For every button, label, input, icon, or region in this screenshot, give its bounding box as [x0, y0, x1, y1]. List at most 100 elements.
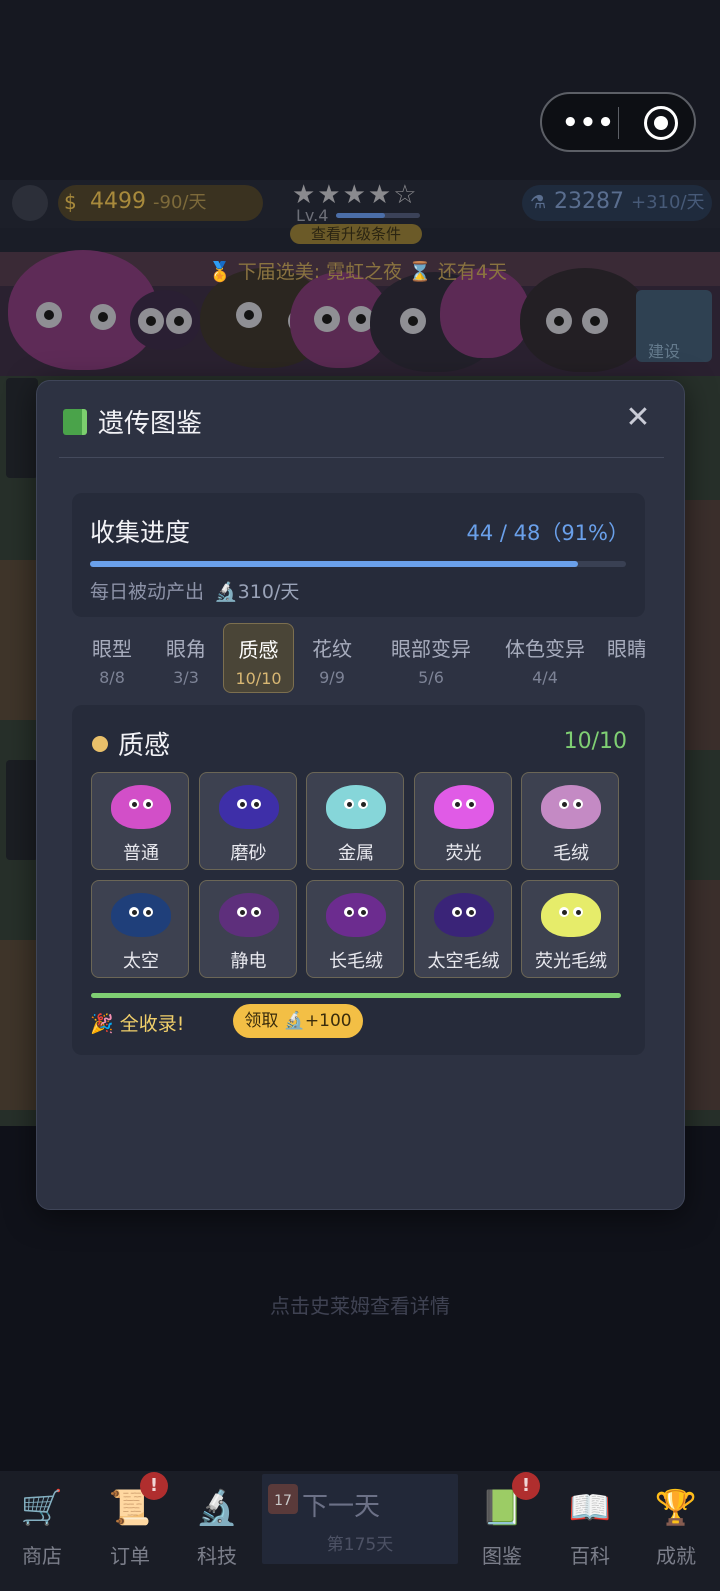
texture-item[interactable]: 普通 — [91, 772, 189, 870]
genetics-collection-modal: 遗传图鉴 ✕ 收集进度 44 / 48（91%） 每日被动产出 🔬310/天 眼型… — [36, 380, 685, 1210]
calendar-icon: 17 — [268, 1484, 298, 1514]
claim-reward-button[interactable]: 领取 🔬+100 — [233, 1004, 363, 1038]
nav-encyclopedia[interactable]: 📖 百科 — [550, 1478, 630, 1578]
texture-item[interactable]: 荧光 — [413, 772, 512, 870]
complete-label: 🎉 全收录! — [90, 1013, 185, 1035]
texture-label: 荧光 — [445, 843, 482, 864]
passive-output: 每日被动产出 🔬310/天 — [90, 577, 299, 604]
texture-label: 太空毛绒 — [427, 951, 500, 972]
texture-item[interactable]: 磨砂 — [198, 772, 297, 870]
next-day-label: 下一天 — [302, 1492, 381, 1522]
texture-item[interactable]: 静电 — [198, 880, 297, 978]
category-count: 10/10 — [563, 729, 627, 754]
notification-badge: ! — [140, 1472, 168, 1500]
texture-item[interactable]: 太空毛绒 — [413, 880, 512, 978]
texture-item[interactable]: 毛绒 — [521, 772, 619, 870]
slime-icon — [433, 785, 494, 829]
tab-eye-corner[interactable]: 眼角 3/3 — [151, 623, 221, 693]
event-text: 🏅 下届选美: 霓虹之夜 ⌛ 还有4天 — [208, 261, 507, 283]
scene-top-area — [0, 0, 720, 180]
modal-title: 遗传图鉴 — [98, 409, 203, 439]
slime-icon — [218, 785, 279, 829]
nav-label: 订单 — [110, 1544, 150, 1568]
building — [0, 940, 38, 1110]
passive-label: 每日被动产出 — [90, 581, 205, 603]
slime-icon — [218, 893, 279, 937]
notification-badge: ! — [512, 1472, 540, 1500]
slime-icon — [326, 893, 386, 937]
day-counter: 第175天 — [326, 1535, 394, 1555]
slime-icon — [326, 785, 386, 829]
texture-label: 太空 — [123, 951, 159, 972]
tab-eye-mutation[interactable]: 眼部变异 5/6 — [373, 623, 489, 693]
close-target-icon[interactable] — [644, 106, 678, 140]
nav-label: 科技 — [197, 1544, 237, 1568]
trophy-icon: 🏆 — [654, 1488, 698, 1528]
microscope-icon: ⚗ — [530, 192, 547, 213]
texture-label: 磨砂 — [230, 843, 267, 864]
slime-icon — [111, 785, 171, 829]
texture-item[interactable]: 荧光毛绒 — [521, 880, 619, 978]
level-progress-bar — [336, 213, 420, 218]
coin-balance: 4499 -90/天 — [90, 189, 207, 214]
capsule-divider — [618, 107, 619, 139]
slime-icon — [433, 893, 494, 937]
texture-label: 毛绒 — [553, 843, 589, 864]
texture-label: 静电 — [230, 951, 267, 972]
texture-item[interactable]: 太空 — [91, 880, 189, 978]
nav-achievements[interactable]: 🏆 成就 — [636, 1478, 716, 1578]
cart-icon: 🛒 — [20, 1488, 64, 1528]
texture-label: 金属 — [338, 843, 374, 864]
texture-label: 普通 — [123, 843, 159, 864]
slime-icon — [541, 785, 601, 829]
slime-blob — [130, 290, 200, 350]
texture-item[interactable]: 长毛绒 — [306, 880, 404, 978]
divider — [59, 457, 664, 458]
nav-label: 成就 — [656, 1544, 696, 1568]
texture-category-card: 质感 10/10 普通 磨砂 金属 荧光 毛绒 太空 静电 长毛绒 太空毛绒 荧光毛绒 🎉 全收录… — [72, 705, 645, 1055]
settings-gear-icon[interactable] — [12, 185, 48, 221]
nav-collection[interactable]: 📗 ! 图鉴 — [462, 1472, 542, 1578]
progress-bar-fill — [90, 561, 578, 567]
build-label: 建设 — [648, 342, 681, 361]
texture-item[interactable]: 金属 — [306, 772, 404, 870]
tab-pattern[interactable]: 花纹 9/9 — [297, 623, 367, 693]
passive-value: 🔬310/天 — [214, 581, 300, 603]
progress-count: 44 / 48（91%） — [466, 521, 629, 545]
nav-orders[interactable]: 📜 ! 订单 — [90, 1472, 170, 1578]
nav-label: 图鉴 — [482, 1544, 522, 1568]
building — [0, 560, 38, 720]
side-info-card — [6, 760, 38, 860]
upgrade-conditions-button[interactable]: 查看升级条件 — [290, 224, 422, 244]
money-bag-icon: $ — [64, 190, 77, 214]
texture-label: 长毛绒 — [329, 951, 383, 972]
progress-title: 收集进度 — [90, 518, 191, 547]
tab-eye-shape[interactable]: 眼型 8/8 — [77, 623, 147, 693]
next-day-button[interactable]: 17 下一天 第175天 — [262, 1474, 458, 1564]
slime-blob — [520, 268, 650, 372]
progress-bar — [90, 561, 626, 567]
tab-body-color-mutation[interactable]: 体色变异 4/4 — [487, 623, 603, 693]
open-book-icon: 📖 — [568, 1488, 612, 1528]
nav-tech[interactable]: 🔬 科技 — [177, 1478, 257, 1578]
gem-balance: 23287 +310/天 — [554, 189, 705, 214]
nav-shop[interactable]: 🛒 商店 — [2, 1478, 82, 1578]
close-icon[interactable]: ✕ — [621, 401, 655, 435]
microscope-icon: 🔬 — [195, 1488, 239, 1528]
nav-label: 商店 — [22, 1544, 62, 1568]
tab-eyes[interactable]: 眼睛 — [607, 623, 645, 693]
texture-label: 荧光毛绒 — [535, 951, 607, 972]
category-title: 质感 — [118, 731, 171, 761]
completion-bar — [91, 993, 621, 998]
collection-progress-card: 收集进度 44 / 48（91%） 每日被动产出 🔬310/天 — [72, 493, 645, 617]
category-tabs: 眼型 8/8 眼角 3/3 质感 10/10 花纹 9/9 眼部变异 5/6 体色变异 4/… — [77, 621, 645, 695]
level-label: Lv.4 — [296, 206, 329, 225]
category-dot — [92, 736, 108, 752]
more-icon[interactable]: ••• — [562, 108, 615, 138]
miniprogram-capsule: ••• — [540, 92, 696, 152]
green-book-icon — [63, 409, 87, 435]
nav-label: 百科 — [570, 1544, 610, 1568]
side-info-card — [6, 378, 38, 478]
slime-icon — [541, 893, 601, 937]
tab-texture[interactable]: 质感 10/10 — [223, 623, 294, 693]
